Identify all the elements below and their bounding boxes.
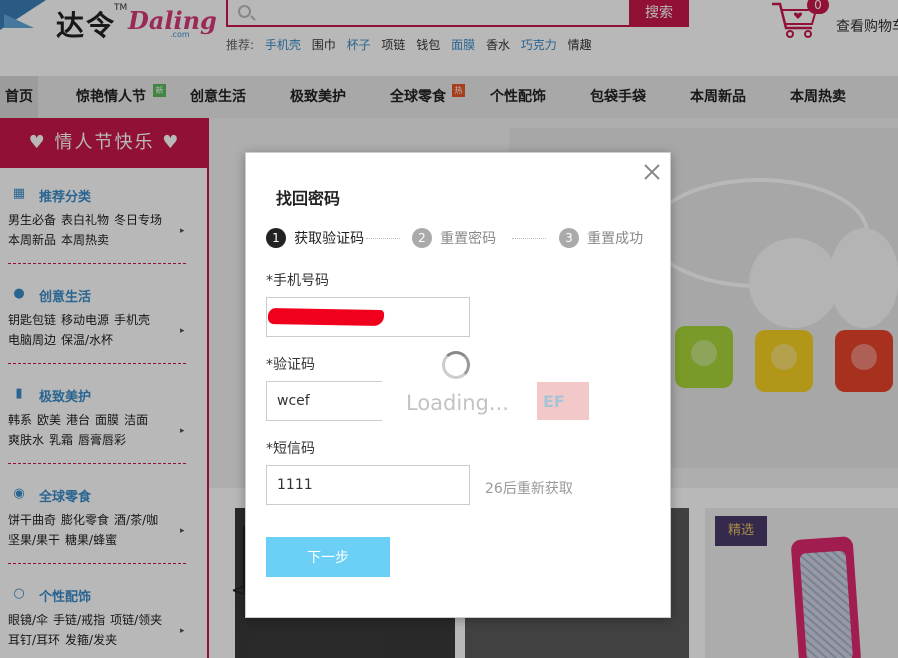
captcha-image[interactable]: EF: [537, 382, 589, 420]
dialog-title: 找回密码: [276, 189, 341, 208]
spinner-icon: [442, 351, 470, 379]
close-icon[interactable]: [642, 162, 662, 182]
password-recovery-dialog: 找回密码 1 获取验证码 2 重置密码 3 重置成功 *手机号码 *验证码 Lo…: [245, 152, 671, 618]
loading-text: Loading...: [406, 391, 509, 415]
captcha-label: *验证码: [266, 357, 315, 373]
captcha-image-text: EF: [543, 392, 565, 411]
step-number: 2: [412, 228, 432, 248]
redacted-phone-mark: [267, 307, 385, 327]
step-number: 3: [559, 228, 579, 248]
sms-code-label: *短信码: [266, 441, 315, 457]
captcha-field[interactable]: [266, 381, 382, 421]
sms-code-field[interactable]: [266, 465, 470, 505]
step-label: 重置成功: [587, 231, 644, 247]
next-step-button[interactable]: 下一步: [266, 537, 390, 577]
step-connector: [512, 238, 546, 239]
step-label: 重置密码: [440, 231, 497, 247]
step-connector: [366, 238, 400, 239]
step-number: 1: [266, 228, 286, 248]
loading-indicator: Loading...: [406, 351, 516, 421]
resend-countdown: 26后重新获取: [485, 481, 573, 497]
step-label: 获取验证码: [294, 231, 365, 247]
phone-label: *手机号码: [266, 273, 329, 289]
step-get-code: 1 获取验证码: [266, 228, 364, 248]
step-reset-password: 2 重置密码: [412, 228, 496, 248]
step-reset-success: 3 重置成功: [559, 228, 643, 248]
